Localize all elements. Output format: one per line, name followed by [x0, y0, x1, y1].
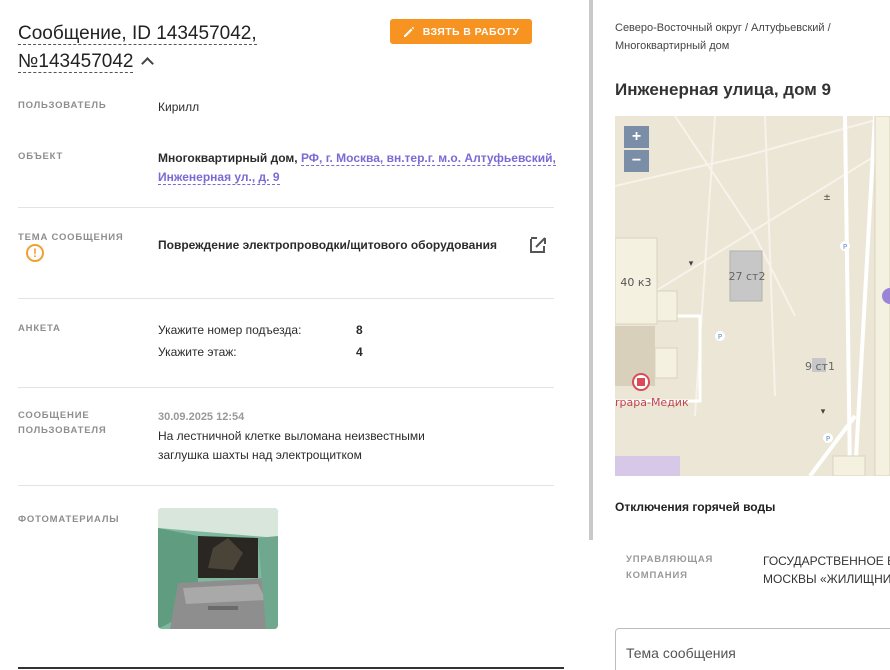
svg-text:P: P	[718, 333, 722, 341]
survey-question-1: Укажите номер подъезда:	[158, 323, 302, 337]
divider	[18, 207, 554, 208]
user-label: ПОЛЬЗОВАТЕЛЬ	[18, 100, 107, 111]
map-label-building-2: 27 ст2	[729, 270, 766, 283]
management-company-line-2: МОСКВЫ «ЖИЛИЩНИ	[763, 572, 890, 586]
object-label: ОБЪЕКТ	[18, 151, 64, 162]
take-to-work-button[interactable]: ВЗЯТЬ В РАБОТУ	[390, 19, 532, 44]
topic-label: ТЕМА СООБЩЕНИЯ	[18, 232, 124, 243]
survey-answer-1: 8	[356, 323, 363, 337]
section-bottom-border	[18, 667, 564, 669]
photo-thumbnail[interactable]	[158, 508, 278, 629]
topic-input[interactable]: Тема сообщения	[615, 628, 890, 670]
svg-text:▾: ▾	[821, 407, 826, 417]
map-zoom-controls: + −	[624, 126, 649, 172]
survey-label: АНКЕТА	[18, 323, 61, 334]
divider	[18, 298, 554, 299]
address-title: Инженерная улица, дом 9	[615, 80, 831, 99]
hot-water-outages-title[interactable]: Отключения горячей воды	[615, 500, 775, 514]
management-company-value: ГОСУДАРСТВЕННОЕ Б МОСКВЫ «ЖИЛИЩНИ	[763, 552, 890, 588]
survey-row: АНКЕТА Укажите номер подъезда: 8 Укажите…	[18, 321, 554, 366]
topic-value: Повреждение электропроводки/щитового обо…	[158, 238, 497, 252]
map-label-building-3: 9 ст1	[805, 360, 835, 373]
object-row: ОБЪЕКТ Многоквартирный дом, РФ, г. Москв…	[18, 149, 556, 189]
breadcrumb: Северо-Восточный округ / Алтуфьевский / …	[615, 22, 831, 52]
message-panel: Сообщение, ID 143457042, №143457042 ВЗЯТ…	[0, 0, 588, 670]
pencil-icon	[403, 26, 414, 37]
object-type: Многоквартирный дом,	[158, 151, 298, 165]
map-canvas: P P P ± ▾ ▾ 40 к3 27 ст2 9 ст1 rpapa-Мед…	[615, 116, 890, 476]
user-message-label: СООБЩЕНИЕ ПОЛЬЗОВАТЕЛЯ	[18, 410, 107, 436]
management-company-label: УПРАВЛЯЮЩАЯ КОМПАНИЯ	[626, 554, 714, 581]
user-row: ПОЛЬЗОВАТЕЛЬ Кирилл	[18, 98, 554, 118]
zoom-in-button[interactable]: +	[624, 126, 649, 148]
object-panel: Северо-Восточный округ / Алтуфьевский / …	[595, 0, 890, 670]
map[interactable]: P P P ± ▾ ▾ 40 к3 27 ст2 9 ст1 rpapa-Мед…	[615, 116, 890, 476]
warning-icon: !	[26, 244, 44, 262]
message-title-text: Сообщение, ID 143457042, №143457042	[18, 23, 257, 73]
divider	[18, 387, 554, 388]
svg-text:▾: ▾	[689, 259, 694, 269]
divider	[18, 485, 554, 486]
svg-text:P: P	[843, 243, 847, 251]
user-message-row: СООБЩЕНИЕ ПОЛЬЗОВАТЕЛЯ 30.09.2025 12:54 …	[18, 408, 554, 468]
chevron-up-icon[interactable]	[141, 57, 155, 70]
svg-text:P: P	[826, 435, 830, 443]
object-value: Многоквартирный дом, РФ, г. Москва, вн.т…	[158, 149, 558, 187]
survey-question-2: Укажите этаж:	[158, 345, 237, 359]
user-message-text: На лестничной клетке выломана неизвестны…	[158, 429, 425, 462]
user-message-date: 30.09.2025 12:54	[158, 411, 245, 423]
svg-text:±: ±	[823, 193, 831, 203]
photo-image	[158, 508, 278, 629]
external-link-icon[interactable]	[528, 235, 548, 255]
message-title[interactable]: Сообщение, ID 143457042, №143457042	[18, 20, 318, 76]
map-label-clinic: rpapa-Медик	[615, 396, 689, 409]
user-value: Кирилл	[158, 100, 200, 114]
photos-label: ФОТОМАТЕРИАЛЫ	[18, 514, 120, 525]
topic-row: ТЕМА СООБЩЕНИЯ ! Повреждение электропров…	[18, 230, 554, 275]
panel-scrollbar[interactable]	[589, 0, 593, 540]
survey-answer-2: 4	[356, 345, 363, 359]
management-company-line-1: ГОСУДАРСТВЕННОЕ Б	[763, 554, 890, 568]
take-to-work-label: ВЗЯТЬ В РАБОТУ	[422, 25, 520, 38]
map-label-building-1: 40 к3	[620, 276, 651, 289]
photos-row: ФОТОМАТЕРИАЛЫ	[18, 508, 554, 633]
zoom-out-button[interactable]: −	[624, 150, 649, 172]
